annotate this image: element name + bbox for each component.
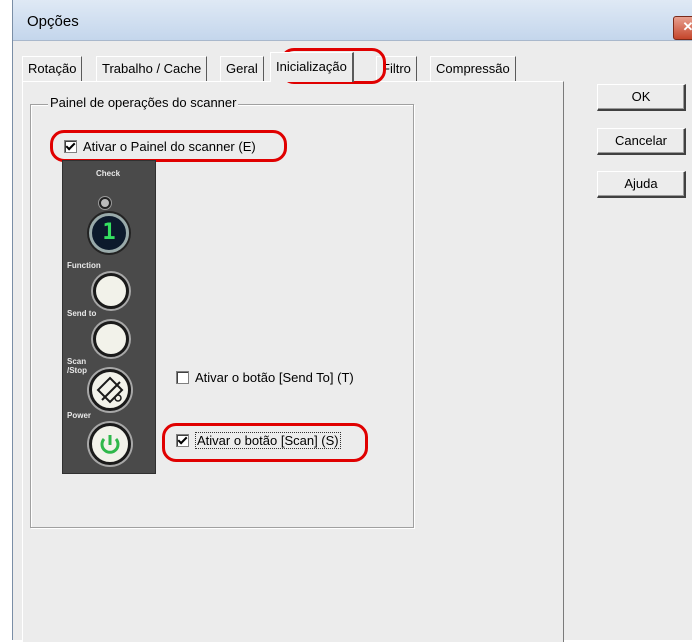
function-number-display: 1 <box>89 213 129 253</box>
enable-panel-checkbox[interactable]: Ativar o Painel do scanner (E) <box>64 139 256 154</box>
enable-scan-label: Ativar o botão [Scan] (S) <box>195 432 341 449</box>
tab-compressao[interactable]: Compressão <box>430 56 516 81</box>
scanner-panel-image: Check 1 Function Send to Scan /Stop Powe… <box>62 160 156 474</box>
checkbox-checked-icon[interactable] <box>64 140 77 153</box>
help-button[interactable]: Ajuda <box>597 171 686 198</box>
enable-panel-label: Ativar o Painel do scanner (E) <box>83 139 256 154</box>
scan-stop-button-icon <box>89 369 131 411</box>
check-label: Check <box>96 169 121 178</box>
scan-diamond-icon <box>96 376 124 404</box>
checkbox-unchecked-icon[interactable] <box>176 371 189 384</box>
checkbox-checked-icon[interactable] <box>176 434 189 447</box>
enable-send-to-checkbox[interactable]: Ativar o botão [Send To] (T) <box>176 370 354 385</box>
cancel-button[interactable]: Cancelar <box>597 128 686 155</box>
tab-geral[interactable]: Geral <box>220 56 264 81</box>
title-bar: Opções ✕ <box>13 0 692 41</box>
tab-trabalho-cache[interactable]: Trabalho / Cache <box>96 56 208 81</box>
power-button-icon <box>89 423 131 465</box>
check-led-icon <box>99 197 111 209</box>
enable-scan-checkbox[interactable]: Ativar o botão [Scan] (S) <box>176 432 341 449</box>
send-to-button-icon <box>93 321 129 357</box>
groupbox-title: Painel de operações do scanner <box>48 95 239 110</box>
scan-stop-label: Scan /Stop <box>67 357 87 375</box>
power-icon <box>100 435 120 454</box>
window-title: Opções <box>27 13 79 30</box>
tab-inicializacao[interactable]: Inicialização <box>270 52 354 82</box>
function-button-icon <box>93 273 129 309</box>
tab-filtro[interactable]: Filtro <box>376 56 417 81</box>
function-label: Function <box>67 261 101 270</box>
enable-send-to-label: Ativar o botão [Send To] (T) <box>195 370 354 385</box>
close-button[interactable]: ✕ <box>673 16 692 40</box>
close-icon: ✕ <box>682 19 692 34</box>
ok-button[interactable]: OK <box>597 84 686 111</box>
send-to-label: Send to <box>67 309 97 318</box>
power-label: Power <box>67 411 92 420</box>
tab-rotacao[interactable]: Rotação <box>22 56 83 81</box>
